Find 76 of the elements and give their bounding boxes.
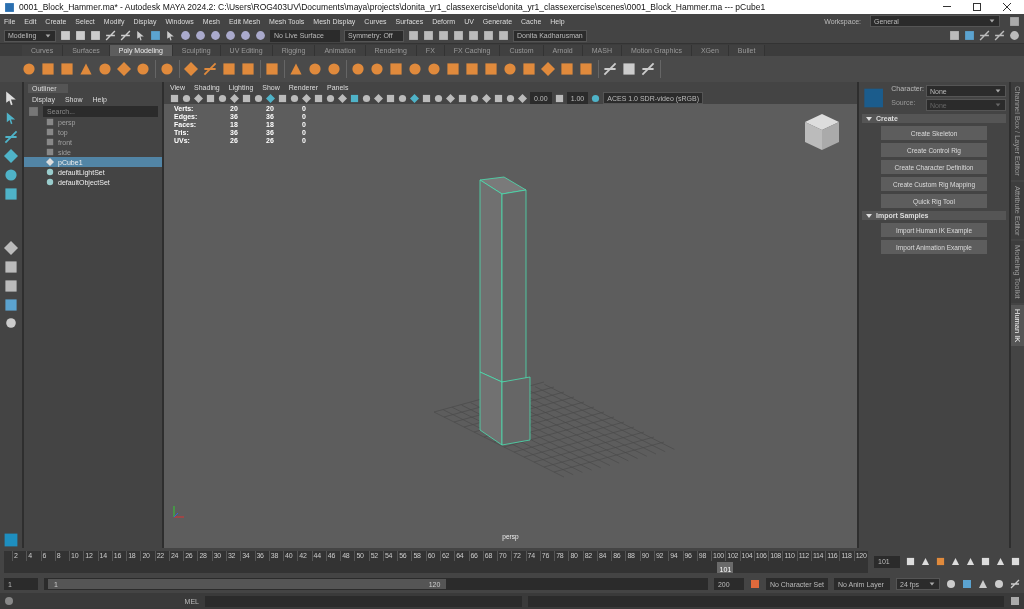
shelf-tool-icon[interactable] <box>60 62 74 76</box>
render-icon[interactable] <box>408 30 419 41</box>
render-icon[interactable] <box>438 30 449 41</box>
shelf-tool-icon[interactable] <box>641 62 655 76</box>
shelf-tool-icon[interactable] <box>203 62 217 76</box>
snap-icon[interactable] <box>240 30 251 41</box>
caret-icon[interactable] <box>928 580 936 588</box>
snap-icon[interactable] <box>255 30 266 41</box>
shelf-tool-icon[interactable] <box>22 62 36 76</box>
caret-icon[interactable] <box>988 17 996 25</box>
file-tool-icon[interactable] <box>90 30 101 41</box>
shelf-tool-icon[interactable] <box>579 62 593 76</box>
shelf-tool-icon[interactable] <box>289 62 303 76</box>
file-tool-icon[interactable] <box>75 30 86 41</box>
shelf-tool-icon[interactable] <box>308 62 322 76</box>
shelf-tool-icon[interactable] <box>370 62 384 76</box>
panel-toggle-icon[interactable] <box>1009 30 1020 41</box>
panel-toggle-icon[interactable] <box>949 30 960 41</box>
shelf-tool-icon[interactable] <box>351 62 365 76</box>
shelf-tool-icon[interactable] <box>160 62 174 76</box>
shelf-tool-icon[interactable] <box>389 62 403 76</box>
window-title: 0001_Block_Hammer.ma* - Autodesk MAYA 2024.2: C:\Users\ROG403UV\Documents\maya\projects\donita_yr1_classexercise\donita_yr1_classexercise\scenes\0001_Block_Hammer.ma --- pCube1 <box>19 2 767 12</box>
render-icon[interactable] <box>453 30 464 41</box>
shelf-tool-icon[interactable] <box>622 62 636 76</box>
shelf-tool-icon[interactable] <box>184 62 198 76</box>
shelf-tool-icon[interactable] <box>427 62 441 76</box>
snap-icon[interactable] <box>210 30 221 41</box>
render-icon[interactable] <box>483 30 494 41</box>
shelf-tool-icon[interactable] <box>560 62 574 76</box>
shelf-tool-icon[interactable] <box>136 62 150 76</box>
selection-mode-icon[interactable] <box>150 30 161 41</box>
shelf-tool-icon[interactable] <box>522 62 536 76</box>
render-icon[interactable] <box>498 30 509 41</box>
shelf-tool-icon[interactable] <box>265 62 279 76</box>
shelf-tool-icon[interactable] <box>446 62 460 76</box>
shelf-tool-icon[interactable] <box>241 62 255 76</box>
shelf-tool-icon[interactable] <box>408 62 422 76</box>
file-tool-icon[interactable] <box>105 30 116 41</box>
layout-icon[interactable] <box>4 241 18 255</box>
shelf-tool-icon[interactable] <box>484 62 498 76</box>
layout-icon[interactable] <box>4 279 18 293</box>
shelf-tool-icon[interactable] <box>222 62 236 76</box>
file-tool-icon[interactable] <box>60 30 71 41</box>
shelf-tool-icon[interactable] <box>79 62 93 76</box>
shelf-tool-icon[interactable] <box>327 62 341 76</box>
layout-icon[interactable] <box>4 260 18 274</box>
select-arrow-icon[interactable] <box>3 90 19 106</box>
shelf-tool-icon[interactable] <box>98 62 112 76</box>
layout-icon[interactable] <box>4 298 18 312</box>
render-icon[interactable] <box>468 30 479 41</box>
shelf-tool-icon[interactable] <box>465 62 479 76</box>
panel-toggle-icon[interactable] <box>994 30 1005 41</box>
render-icon[interactable] <box>423 30 434 41</box>
selection-mode-icon[interactable] <box>135 30 146 41</box>
shelf-tool-icon[interactable] <box>503 62 517 76</box>
panel-toggle-icon[interactable] <box>979 30 990 41</box>
triangle-icon <box>866 212 872 219</box>
snap-icon[interactable] <box>180 30 191 41</box>
snap-icon[interactable] <box>225 30 236 41</box>
shelf-tool-icon[interactable] <box>41 62 55 76</box>
panel-toggle-icon[interactable] <box>964 30 975 41</box>
snap-icon[interactable] <box>195 30 206 41</box>
caret-icon[interactable] <box>44 31 52 40</box>
color-management-icon[interactable] <box>591 93 601 103</box>
axis-indicator-icon <box>173 505 185 518</box>
triangle-icon <box>866 115 872 122</box>
file-tool-icon[interactable] <box>120 30 131 41</box>
maximize-icon[interactable] <box>973 3 981 11</box>
shelf-tool-icon[interactable] <box>541 62 555 76</box>
view-cube-icon <box>805 114 839 150</box>
minimize-icon[interactable] <box>943 6 951 8</box>
playback-option-icon[interactable] <box>1010 579 1020 589</box>
selection-mode-icon[interactable] <box>165 30 176 41</box>
close-icon[interactable] <box>1003 3 1011 11</box>
shelf-tool-icon[interactable] <box>603 62 617 76</box>
shelf-tool-icon[interactable] <box>117 62 131 76</box>
